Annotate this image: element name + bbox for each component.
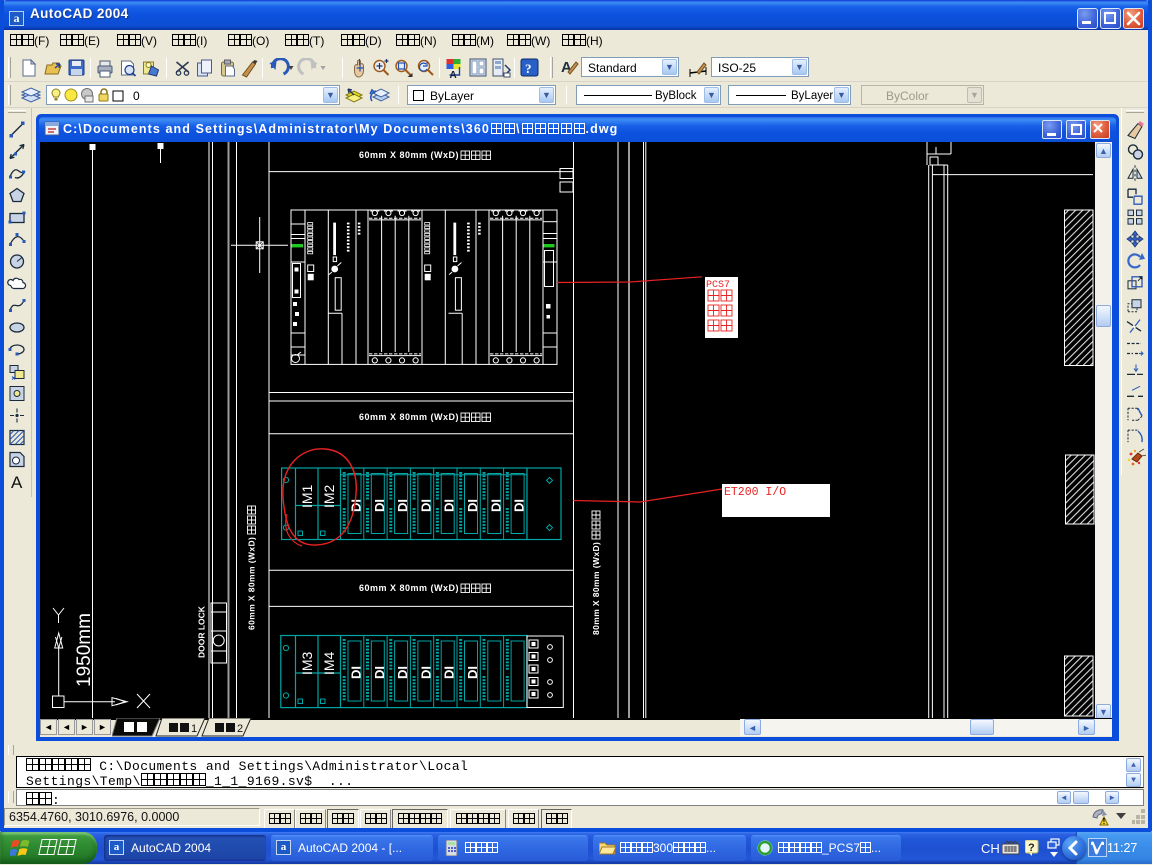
svg-text:60mm X 80mm (WxD): 60mm X 80mm (WxD) <box>359 150 459 160</box>
svg-text:DI: DI <box>442 499 457 512</box>
svg-text:DI: DI <box>349 666 364 679</box>
svg-text:DI: DI <box>395 666 410 679</box>
svg-text:DI: DI <box>512 499 527 512</box>
svg-text:ET200 I/O: ET200 I/O <box>724 486 786 499</box>
svg-text:DI: DI <box>442 666 457 679</box>
svg-text:DI: DI <box>372 666 387 679</box>
svg-text:?: ? <box>1028 842 1035 854</box>
svg-text:60mm X 80mm (WxD): 60mm X 80mm (WxD) <box>359 412 459 422</box>
svg-text:DI: DI <box>395 499 410 512</box>
svg-text:IM3: IM3 <box>299 651 315 675</box>
svg-text:1950mm: 1950mm <box>74 613 95 687</box>
svg-text:60mm X 80mm (WxD): 60mm X 80mm (WxD) <box>247 537 257 630</box>
svg-text:1: 1 <box>191 723 197 735</box>
svg-text:DI: DI <box>372 499 387 512</box>
svg-text:A: A <box>450 70 457 78</box>
svg-text:60mm X 80mm (WxD): 60mm X 80mm (WxD) <box>359 583 459 593</box>
svg-text:A: A <box>11 473 23 492</box>
svg-text:DI: DI <box>418 499 433 512</box>
svg-text:!: ! <box>1103 817 1106 826</box>
svg-text:PCS7: PCS7 <box>706 280 730 291</box>
svg-text:IM1: IM1 <box>299 484 315 508</box>
svg-text:?: ? <box>525 61 532 76</box>
svg-text:DI: DI <box>465 499 480 512</box>
svg-text:80mm X 80mm (WxD): 80mm X 80mm (WxD) <box>591 542 601 635</box>
svg-text:DOOR LOCK: DOOR LOCK <box>197 605 207 658</box>
svg-text:DI: DI <box>488 499 503 512</box>
svg-text:IM4: IM4 <box>321 651 337 675</box>
svg-text:IM2: IM2 <box>321 484 337 508</box>
svg-text:DI: DI <box>418 666 433 679</box>
svg-text:2: 2 <box>237 723 243 735</box>
svg-text:DI: DI <box>465 666 480 679</box>
